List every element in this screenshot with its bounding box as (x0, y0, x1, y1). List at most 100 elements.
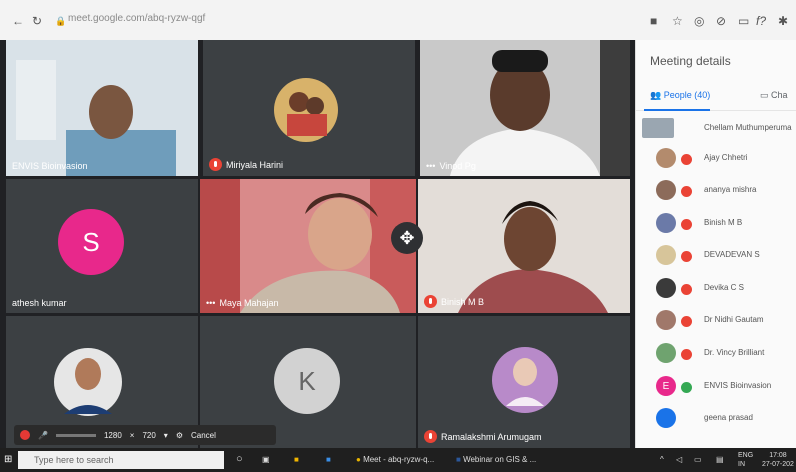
muted-mic-icon (424, 295, 437, 308)
tab-people[interactable]: 👥 People (40) (650, 90, 710, 101)
chrome-icon: ● (356, 455, 364, 464)
extension-icon-2[interactable]: ⊘ (716, 14, 726, 28)
meeting-details-panel: Meeting details 👥 People (40) ▭ Cha Chel… (635, 40, 796, 448)
participant-video (6, 40, 198, 176)
address-bar[interactable]: meet.google.com/abq-ryzw-qgf (68, 13, 205, 24)
windows-start-icon[interactable]: ⊞ (4, 454, 12, 465)
muted-mic-icon (681, 251, 692, 262)
volume-icon[interactable]: ◁ (676, 455, 682, 464)
reload-icon[interactable]: ↻ (32, 14, 42, 28)
list-item[interactable]: Devika C S (636, 274, 796, 304)
taskbar-item-meet[interactable]: ● Meet - abq-ryzw-q... (356, 455, 434, 464)
panel-tabs: 👥 People (40) ▭ Cha (636, 84, 796, 111)
avatar (642, 118, 674, 138)
extension-icon[interactable]: ◎ (694, 14, 704, 28)
keyboard-icon[interactable]: ▤ (716, 455, 724, 464)
move-handle[interactable]: ✥ (391, 222, 423, 254)
gear-icon[interactable]: ⚙ (176, 431, 183, 440)
camera-icon[interactable]: ■ (650, 14, 657, 28)
times-icon: × (129, 430, 135, 440)
chat-icon: ▭ (760, 90, 772, 100)
participant-video (274, 78, 338, 142)
speaking-indicator-icon: ••• (206, 298, 216, 308)
back-icon[interactable]: ← (12, 14, 24, 28)
task-view-icon[interactable]: ▣ (262, 455, 270, 464)
mic-icon (681, 382, 692, 393)
avatar (656, 245, 676, 265)
participant-video (200, 179, 416, 313)
avatar (656, 148, 676, 168)
muted-mic-icon (681, 316, 692, 327)
windows-taskbar: ⊞ Type here to search ○ ▣ ■ ■ ● Meet - a… (0, 448, 796, 472)
tab-indicator (644, 109, 710, 111)
word-icon: ■ (456, 455, 464, 464)
list-item[interactable]: geena prasad (636, 404, 796, 434)
cancel-button[interactable]: Cancel (191, 431, 216, 440)
participant-name: Miriyala Harini (209, 158, 283, 171)
avatar (656, 310, 676, 330)
muted-mic-icon (209, 158, 222, 171)
participant-tile[interactable]: S athesh kumar (6, 179, 198, 313)
language-indicator[interactable]: ENG IN (738, 451, 753, 469)
participant-tile[interactable]: Miriyala Harini (203, 40, 415, 176)
muted-mic-icon (681, 284, 692, 295)
network-icon[interactable]: ▭ (694, 455, 702, 464)
taskbar-item-word[interactable]: ■ Webinar on GIS & ... (456, 455, 536, 464)
height-field[interactable]: 720 (142, 431, 155, 440)
extension-icon-3[interactable]: ▭ (738, 14, 749, 28)
list-item[interactable]: Dr Nidhi Gautam (636, 306, 796, 336)
muted-mic-icon (681, 186, 692, 197)
people-icon: 👥 (650, 90, 664, 100)
list-item[interactable]: Ajay Chhetri (636, 144, 796, 174)
record-button[interactable] (20, 430, 30, 440)
chevron-up-icon[interactable]: ^ (660, 455, 664, 464)
move-arrows-icon: ✥ (399, 227, 415, 248)
participant-name: Binish M B (424, 295, 484, 308)
star-icon[interactable]: ☆ (672, 14, 683, 28)
avatar (656, 180, 676, 200)
width-field[interactable]: 1280 (104, 431, 122, 440)
tab-chat[interactable]: ▭ Cha (760, 90, 788, 101)
volume-slider[interactable] (55, 433, 96, 437)
participant-name: ••• Vinod Pg (426, 161, 476, 171)
avatar (656, 343, 676, 363)
participant-avatar: S (58, 209, 124, 275)
list-item[interactable]: ananya mishra (636, 176, 796, 206)
participant-name: ••• Maya Mahajan (206, 298, 279, 308)
chevron-down-icon[interactable]: ▾ (164, 431, 168, 440)
participant-name: ENVIS Bioinvasion (12, 161, 88, 171)
browser-toolbar: ← ↻ 🔒 meet.google.com/abq-ryzw-qgf ■ ☆ ◎… (0, 0, 796, 41)
screen-recorder-bar: 🎤 1280 × 720 ▾ ⚙ Cancel (14, 425, 276, 445)
list-item[interactable]: E ENVIS Bioinvasion (636, 372, 796, 402)
list-item[interactable]: Dr. Vincy Brilliant (636, 339, 796, 369)
speaking-indicator-icon: ••• (426, 161, 436, 171)
panel-title: Meeting details (650, 54, 731, 68)
participant-tile[interactable]: Binish M B (418, 179, 630, 313)
participant-tile[interactable]: ••• Vinod Pg (420, 40, 630, 176)
participant-tile[interactable]: Ramalakshmi Arumugam (418, 316, 630, 448)
taskbar-search[interactable]: Type here to search (18, 451, 224, 469)
microphone-icon[interactable]: 🎤 (38, 431, 48, 440)
store-icon[interactable]: ■ (326, 455, 331, 464)
participant-video (418, 179, 630, 313)
formula-icon[interactable]: f? (756, 14, 766, 28)
participant-avatar: K (274, 348, 340, 414)
clock[interactable]: 17:08 27-07-202 (762, 451, 794, 469)
participant-tile[interactable]: ENVIS Bioinvasion (6, 40, 198, 176)
list-item[interactable]: Binish M B (636, 209, 796, 239)
participant-name: Ramalakshmi Arumugam (424, 430, 542, 443)
participant-name: athesh kumar (12, 298, 67, 308)
avatar: E (656, 376, 676, 396)
muted-mic-icon (681, 154, 692, 165)
lock-icon: 🔒 (55, 16, 67, 26)
list-item[interactable]: Chellam Muthumperuma (636, 114, 796, 144)
list-item[interactable]: DEVADEVAN S (636, 241, 796, 271)
puzzle-icon[interactable]: ✱ (778, 14, 788, 28)
file-explorer-icon[interactable]: ■ (294, 455, 299, 464)
avatar (656, 278, 676, 298)
participant-video (492, 347, 558, 413)
muted-mic-icon (424, 430, 437, 443)
cortana-icon[interactable]: ○ (236, 453, 243, 465)
participant-video (420, 40, 630, 176)
participant-tile[interactable]: ••• Maya Mahajan (200, 179, 416, 313)
